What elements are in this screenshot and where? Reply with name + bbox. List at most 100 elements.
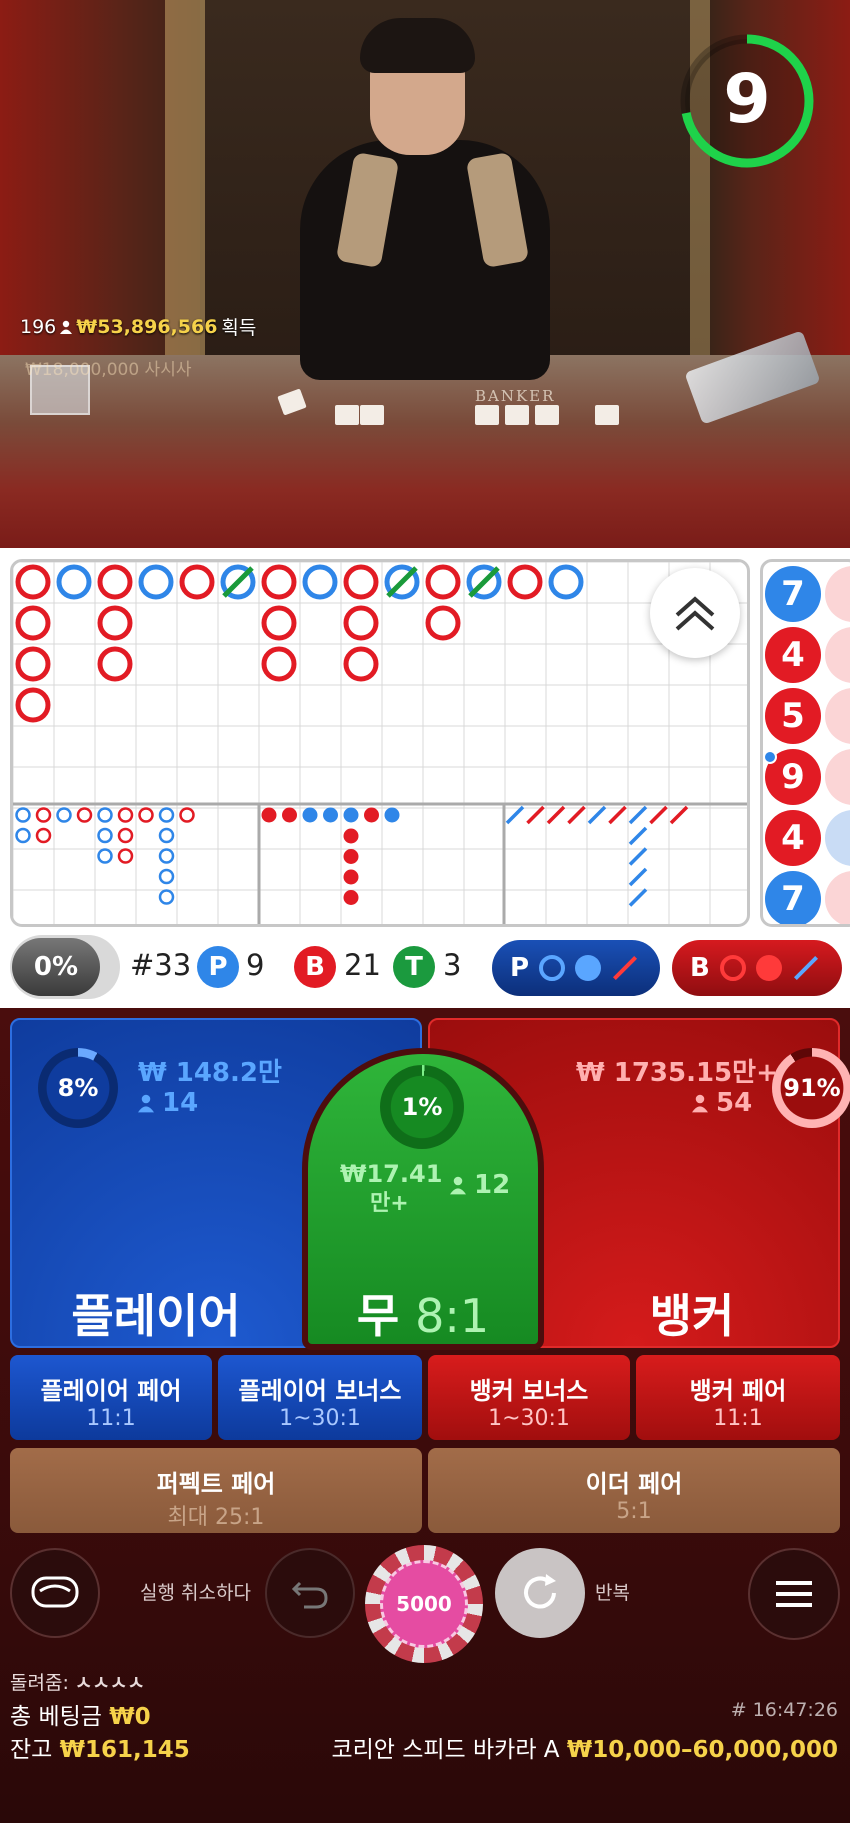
bead-partial	[825, 688, 850, 744]
perfect-pair-label: 퍼펙트 페어	[156, 1470, 276, 1498]
big-road-mark	[343, 646, 379, 682]
tie-odds: 8:1	[415, 1289, 490, 1343]
derived-road-ring	[138, 807, 154, 823]
derived-road-ring	[117, 827, 134, 844]
derived-road-slash	[628, 867, 648, 887]
derived-road-slash	[546, 805, 566, 825]
bet-player-bonus[interactable]: 플레이어 보너스 1~30:1	[218, 1355, 422, 1440]
big-road-mark	[343, 605, 379, 641]
card	[535, 405, 559, 425]
derived-road-dot	[364, 807, 379, 823]
player-bet-amount: ₩ 148.2만	[138, 1058, 282, 1088]
derived-road-ring	[35, 807, 52, 823]
derived-road-ring	[158, 827, 175, 844]
derived-road-dot	[323, 807, 338, 823]
game-time: # 16:47:26	[730, 1699, 838, 1721]
bead: 4	[765, 810, 821, 866]
predict-player-label: P	[510, 953, 530, 983]
player-bettors: 14	[138, 1088, 198, 1118]
derived-road-dot	[343, 807, 359, 823]
big-road[interactable]	[10, 559, 750, 927]
derived-road-slash	[505, 805, 525, 825]
table-name: 코리안 스피드 바카라 A	[331, 1737, 560, 1763]
balance-row: 잔고 ₩161,145	[10, 1730, 190, 1764]
bead: 7	[765, 871, 821, 924]
winners-count: 196	[20, 315, 57, 338]
returned-row: 돌려줌: ㅅㅅㅅㅅ	[10, 1668, 145, 1695]
bet-either-pair[interactable]: 이더 페어 5:1	[428, 1448, 840, 1533]
big-road-mark	[425, 564, 461, 600]
chat-button[interactable]	[10, 1548, 100, 1638]
card	[335, 405, 359, 425]
side-bet-label: 뱅커 보너스	[469, 1377, 589, 1405]
bead-partial	[825, 810, 850, 866]
derived-road-dot	[282, 807, 297, 823]
menu-button[interactable]	[748, 1548, 840, 1640]
bet-banker-bonus[interactable]: 뱅커 보너스 1~30:1	[428, 1355, 630, 1440]
scroll-up-button[interactable]	[650, 568, 740, 658]
card	[505, 405, 529, 425]
side-bet-odds: 11:1	[86, 1406, 136, 1431]
bet-player-pair[interactable]: 플레이어 페어 11:1	[10, 1355, 212, 1440]
banker-table-text: BANKER	[475, 387, 556, 405]
table-info: 코리안 스피드 바카라 A ₩10,000–60,000,000	[331, 1730, 838, 1764]
banker-bet-amount: ₩ 1735.15만+	[576, 1058, 778, 1088]
repeat-icon	[524, 1574, 556, 1609]
predict-player-button[interactable]: P	[492, 940, 660, 996]
banker-percent-ring: 91%	[772, 1048, 850, 1128]
big-road-mark	[15, 564, 51, 600]
derived-road-slash	[669, 805, 689, 825]
big-road-mark	[97, 646, 133, 682]
chip-selector[interactable]: 5000	[365, 1545, 483, 1663]
banker-bettors-count: 54	[716, 1088, 753, 1118]
tie-bettors-count: 12	[474, 1170, 511, 1200]
tie-percent: 1%	[401, 1093, 443, 1121]
big-road-mark	[425, 605, 461, 641]
undo-icon	[291, 1581, 328, 1609]
derived-road-slash	[628, 826, 648, 846]
derived-road-slash	[649, 805, 668, 825]
tie-count-badge: T	[393, 946, 435, 988]
side-bet-odds: 1~30:1	[488, 1406, 570, 1431]
undo-button[interactable]	[265, 1548, 355, 1638]
derived-road-ring	[56, 807, 72, 823]
percent-toggle[interactable]: 0%	[12, 938, 100, 996]
big-road-mark	[97, 605, 133, 641]
ghost-text: ₩18,000,000 사시사	[25, 360, 192, 380]
round-number: #33	[130, 948, 192, 982]
big-road-mark	[15, 646, 51, 682]
person-icon	[138, 1094, 154, 1113]
returned-value: ㅅㅅㅅㅅ	[74, 1672, 145, 1694]
side-bet-label: 뱅커 페어	[689, 1377, 787, 1405]
side-bet-odds: 1~30:1	[279, 1406, 361, 1431]
derived-road-slash	[526, 805, 545, 825]
bead-partial	[825, 627, 850, 683]
winners-amount: ₩53,896,566	[76, 315, 218, 338]
bet-perfect-pair[interactable]: 퍼펙트 페어 최대 25:1	[10, 1448, 422, 1533]
person-icon	[60, 320, 73, 334]
player-bet-label: 플레이어	[71, 1289, 241, 1343]
player-percent: 8%	[57, 1074, 99, 1102]
predict-banker-button[interactable]: B	[672, 940, 842, 996]
big-road-mark	[179, 564, 215, 600]
table-view-icon	[31, 1576, 79, 1608]
undo-label: 실행 취소하다	[140, 1582, 251, 1604]
bead-partial	[825, 566, 850, 622]
player-bettors-count: 14	[162, 1088, 199, 1118]
winners-suffix: 획득	[221, 317, 257, 339]
tie-count: 3	[443, 948, 462, 982]
dealer-hair	[360, 18, 475, 73]
total-bet-label: 총 베팅금	[10, 1704, 102, 1730]
countdown-number: 9	[723, 60, 771, 139]
derived-road-ring	[15, 807, 31, 823]
derived-road-slash	[567, 805, 586, 825]
repeat-button[interactable]	[495, 1548, 585, 1638]
bead-road[interactable]: 7 4 5 9 4 7	[760, 559, 850, 927]
bead: 5	[765, 688, 821, 744]
big-road-mark	[261, 605, 297, 641]
big-road-mark	[302, 564, 338, 600]
predict-dot-icon	[755, 955, 782, 981]
bet-banker-pair[interactable]: 뱅커 페어 11:1	[636, 1355, 840, 1440]
balance-value: ₩161,145	[59, 1737, 190, 1763]
bead: 4	[765, 627, 821, 683]
